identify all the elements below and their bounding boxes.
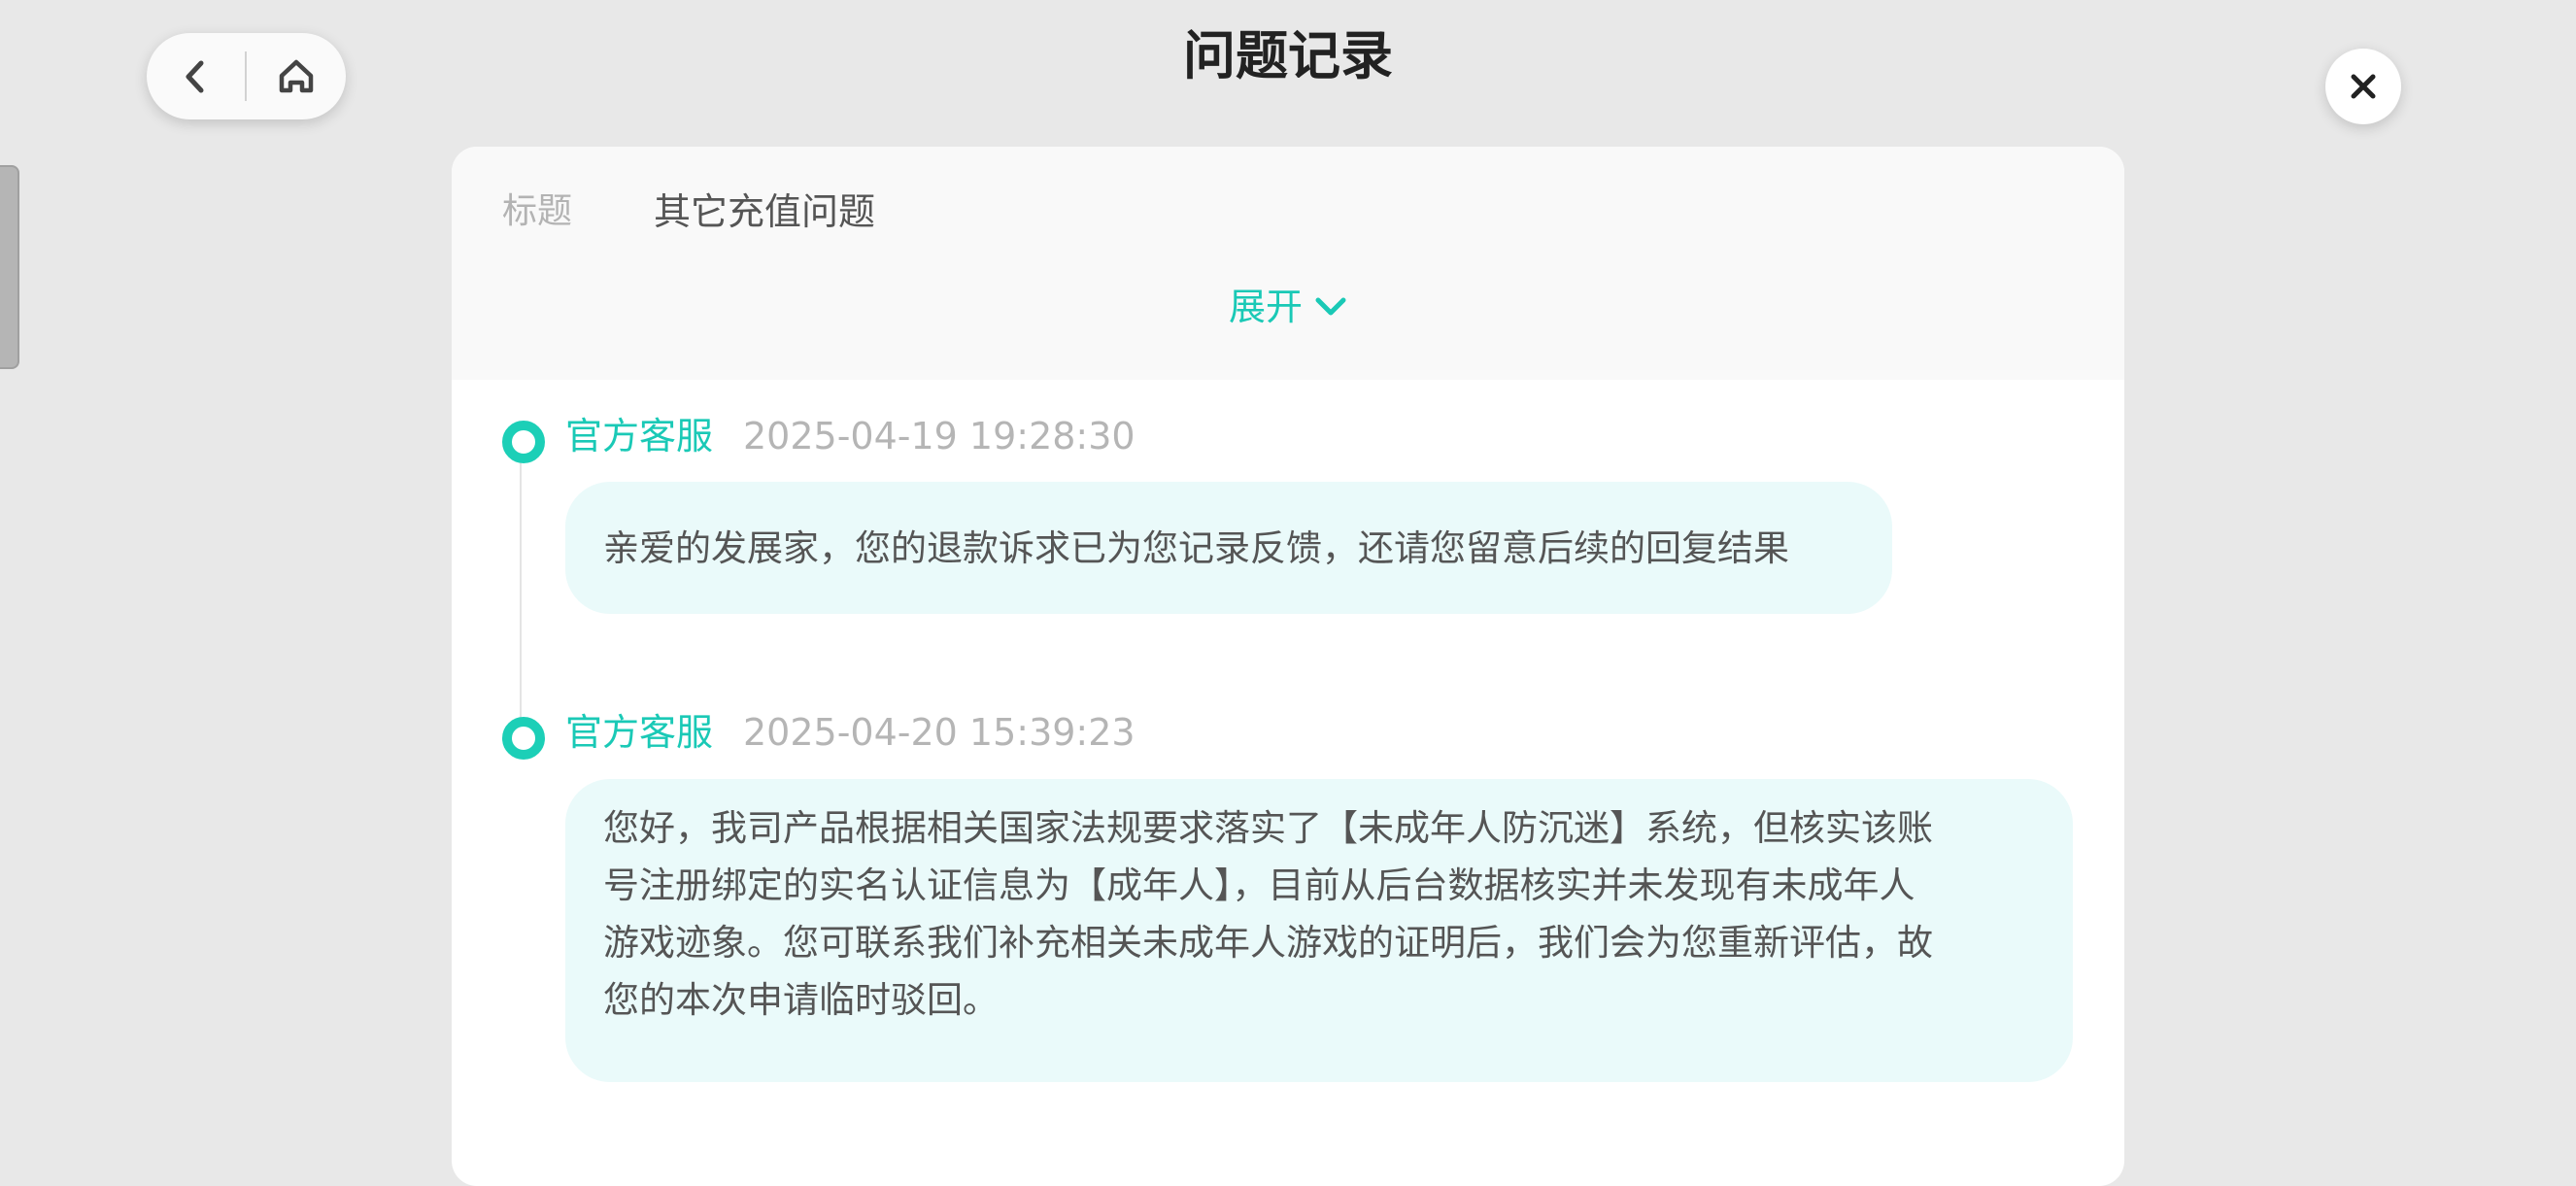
side-drawer-handle[interactable] xyxy=(0,165,19,369)
chevron-down-icon xyxy=(1315,297,1346,316)
page-title: 问题记录 xyxy=(1183,25,1393,86)
message-author: 官方客服 xyxy=(565,415,714,457)
message-line: 号注册绑定的实名认证信息为【成年人】，目前从后台数据核实并未发现有未成年人 xyxy=(603,864,1915,906)
message-line: 亲爱的发展家，您的退款诉求已为您记录反馈，还请您留意后续的回复结果 xyxy=(603,527,1789,569)
title-label: 标题 xyxy=(502,191,573,231)
message-bubble: 亲爱的发展家，您的退款诉求已为您记录反馈，还请您留意后续的回复结果 xyxy=(565,482,1892,614)
message-line: 您好，我司产品根据相关国家法规要求落实了【未成年人防沉迷】系统，但核实该账 xyxy=(603,807,1933,849)
record-header: 标题 其它充值问题 展开 xyxy=(452,147,2124,380)
timeline-dot xyxy=(502,421,545,463)
timeline-line xyxy=(520,438,522,739)
title-value: 其它充值问题 xyxy=(654,190,876,233)
message-author: 官方客服 xyxy=(565,711,714,754)
expand-label: 展开 xyxy=(1228,286,1303,328)
message-line: 游戏迹象。您可联系我们补充相关未成年人游戏的证明后，我们会为您重新评估，故 xyxy=(603,922,1933,964)
message-bubble: 您好，我司产品根据相关国家法规要求落实了【未成年人防沉迷】系统，但核实该账 号注… xyxy=(565,779,2073,1082)
message-timestamp: 2025-04-19 19:28:30 xyxy=(743,415,1135,457)
timeline-dot xyxy=(502,717,545,760)
expand-button[interactable]: 展开 xyxy=(452,283,2124,331)
close-button[interactable] xyxy=(2325,49,2401,124)
record-card: 标题 其它充值问题 展开 官方客服 2025-04-19 19:28:30 亲爱… xyxy=(452,147,2124,1186)
message-timestamp: 2025-04-20 15:39:23 xyxy=(743,711,1135,754)
message-line: 您的本次申请临时驳回。 xyxy=(603,979,999,1021)
close-icon xyxy=(2351,74,2376,99)
